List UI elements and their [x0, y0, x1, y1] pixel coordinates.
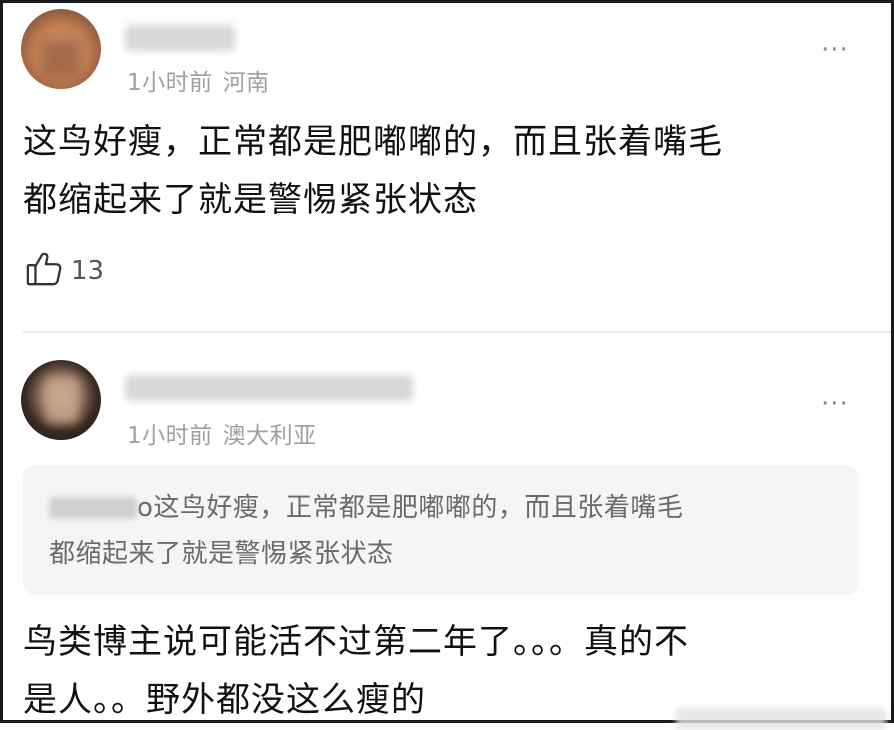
comment-meta: 1小时前 澳大利亚	[127, 416, 317, 450]
comment-location: 河南	[222, 70, 270, 96]
quoted-text: o这鸟好瘦，正常都是肥嘟嘟的，而且张着嘴毛 都缩起来了就是警惕紧张状态	[49, 485, 828, 577]
comment-body: 鸟类博主说可能活不过第二年了。。。真的不 是人。。野外都没这么瘦的	[23, 613, 851, 720]
quote-line-text: 这鸟好瘦，正常都是肥嘟嘟的，而且张着嘴毛	[153, 493, 684, 523]
comment-line: 这鸟好瘦，正常都是肥嘟嘟的，而且张着嘴毛	[23, 122, 723, 162]
quote-name-suffix: o	[137, 493, 154, 523]
more-dots-icon: ···	[821, 389, 849, 419]
avatar[interactable]	[21, 360, 101, 440]
comment-body: 这鸟好瘦，正常都是肥嘟嘟的，而且张着嘴毛 都缩起来了就是警惕紧张状态	[23, 113, 851, 229]
quote-line: o这鸟好瘦，正常都是肥嘟嘟的，而且张着嘴毛	[49, 485, 828, 531]
watermark-blurred	[676, 708, 886, 730]
more-options-button[interactable]: ···	[821, 391, 849, 417]
comment-line: 鸟类博主说可能活不过第二年了。。。真的不	[23, 622, 689, 662]
avatar[interactable]	[21, 9, 101, 89]
comment-thread: 1小时前 河南 ··· 这鸟好瘦，正常都是肥嘟嘟的，而且张着嘴毛 都缩起来了就是警…	[0, 0, 894, 723]
comment-line: 都缩起来了就是警惕紧张状态	[23, 180, 478, 220]
comment-meta: 1小时前 河南	[127, 63, 270, 97]
comment-time: 1小时前	[127, 423, 213, 449]
quote-line: 都缩起来了就是警惕紧张状态	[49, 539, 394, 569]
quoted-username-blurred	[49, 497, 137, 519]
like-button[interactable]: 13	[25, 251, 104, 291]
like-count: 13	[71, 256, 105, 286]
username-blurred[interactable]	[125, 25, 235, 51]
thumbs-up-icon	[25, 250, 63, 292]
comment-time: 1小时前	[127, 70, 213, 96]
username-blurred[interactable]	[125, 375, 413, 401]
divider	[23, 331, 891, 333]
more-options-button[interactable]: ···	[821, 37, 849, 63]
more-dots-icon: ···	[821, 35, 849, 65]
comment-location: 澳大利亚	[222, 423, 317, 449]
quoted-comment[interactable]: o这鸟好瘦，正常都是肥嘟嘟的，而且张着嘴毛 都缩起来了就是警惕紧张状态	[23, 465, 858, 595]
